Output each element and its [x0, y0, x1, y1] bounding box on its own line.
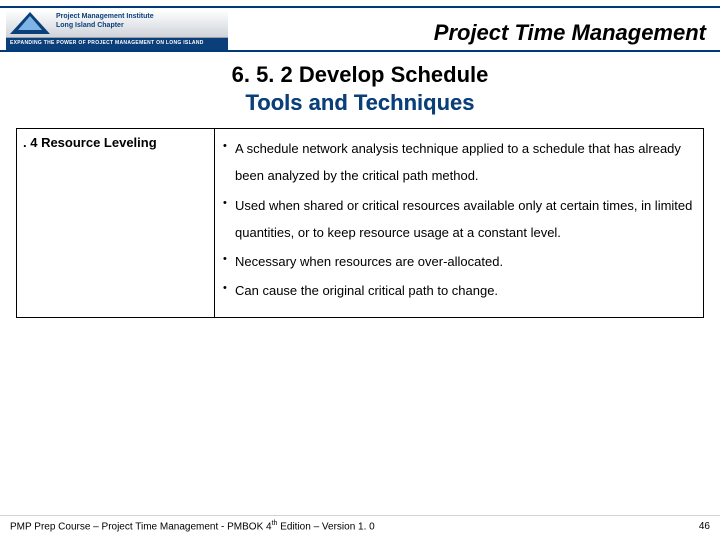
footer-text-before: PMP Prep Course – Project Time Managemen…: [10, 521, 272, 532]
page-title: Project Time Management: [434, 20, 706, 46]
list-item: Used when shared or critical resources a…: [221, 192, 697, 247]
content-table: . 4 Resource Leveling A schedule network…: [16, 128, 704, 318]
logo-line1: Project Management Institute: [56, 13, 154, 20]
section-heading: 6. 5. 2 Develop Schedule Tools and Techn…: [0, 62, 720, 116]
pmi-logo: Project Management Institute Long Island…: [6, 10, 228, 48]
logo-text: Project Management Institute Long Island…: [56, 12, 154, 30]
bullet-list: A schedule network analysis technique ap…: [221, 135, 697, 305]
header: Project Management Institute Long Island…: [0, 0, 720, 52]
logo-triangle-inner-icon: [18, 16, 42, 30]
heading-line2: Tools and Techniques: [0, 90, 720, 116]
logo-strapline: EXPANDING THE POWER OF PROJECT MANAGEMEN…: [6, 38, 228, 50]
footer-text-after: Edition – Version 1. 0: [277, 521, 374, 532]
heading-line1: 6. 5. 2 Develop Schedule: [0, 62, 720, 88]
list-item: Can cause the original critical path to …: [221, 277, 697, 304]
page-number: 46: [699, 521, 710, 532]
logo-line2: Long Island Chapter: [56, 22, 124, 29]
slide: Project Management Institute Long Island…: [0, 0, 720, 540]
list-item: Necessary when resources are over-alloca…: [221, 248, 697, 275]
footer-text: PMP Prep Course – Project Time Managemen…: [10, 516, 375, 532]
footer: PMP Prep Course – Project Time Managemen…: [0, 515, 720, 532]
list-item: A schedule network analysis technique ap…: [221, 135, 697, 190]
header-top-rule: [0, 6, 720, 8]
table-right-cell: A schedule network analysis technique ap…: [215, 129, 703, 317]
table-left-cell: . 4 Resource Leveling: [17, 129, 215, 317]
